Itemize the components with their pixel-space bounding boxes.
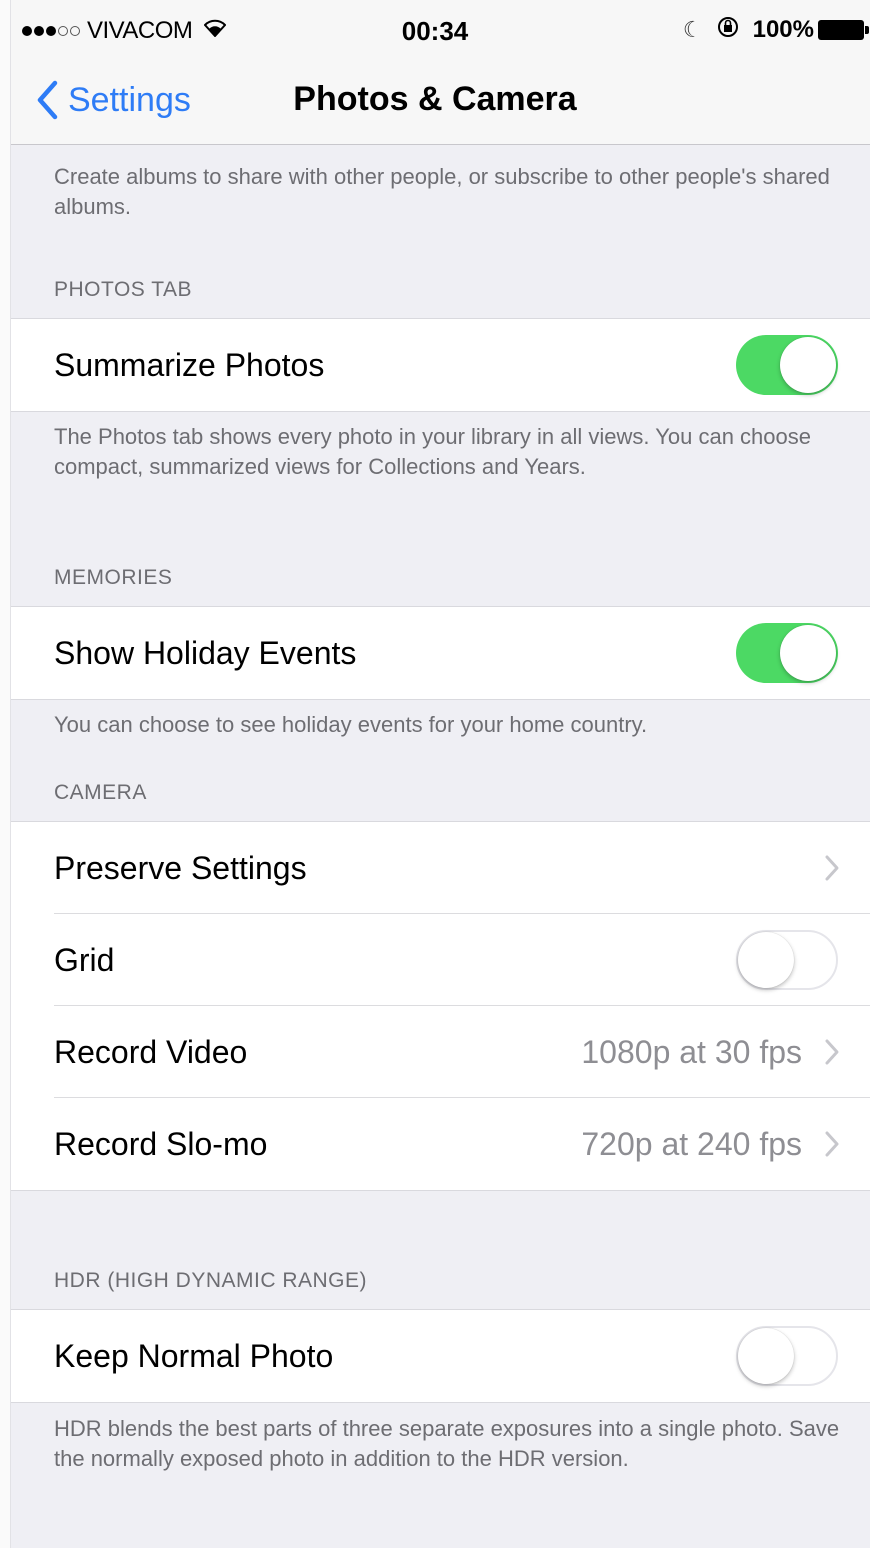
memories-header: MEMORIES <box>54 566 173 589</box>
chevron-right-icon <box>825 1131 839 1157</box>
chevron-right-icon <box>825 855 839 881</box>
summarize-photos-toggle[interactable] <box>736 335 838 395</box>
page-title: Photos & Camera <box>293 80 577 118</box>
grid-toggle[interactable] <box>736 930 838 990</box>
status-bar: VIVACOM 00:34 ☾ 100% <box>0 0 870 62</box>
record-slomo-label: Record Slo-mo <box>54 1125 268 1162</box>
record-video-label: Record Video <box>54 1033 248 1070</box>
do-not-disturb-icon: ☾ <box>682 17 703 42</box>
left-edge <box>0 0 11 1548</box>
memories-group: Show Holiday Events <box>10 606 870 700</box>
keep-normal-photo-row: Keep Normal Photo <box>10 1310 870 1402</box>
orientation-lock-icon <box>717 16 739 44</box>
record-slomo-row[interactable]: Record Slo-mo 720p at 240 fps <box>10 1098 870 1190</box>
summarize-photos-row: Summarize Photos <box>10 319 870 411</box>
photos-tab-header: PHOTOS TAB <box>54 278 193 301</box>
keep-normal-photo-toggle[interactable] <box>736 1326 838 1386</box>
record-slomo-value: 720p at 240 fps <box>581 1125 802 1162</box>
battery-icon <box>818 20 869 40</box>
photos-tab-footer: The Photos tab shows every photo in your… <box>54 424 811 479</box>
camera-group: Preserve Settings Grid Record Video 1080… <box>10 821 870 1191</box>
summarize-photos-label: Summarize Photos <box>54 346 325 383</box>
battery-percentage: 100% <box>752 16 814 43</box>
grid-label: Grid <box>54 941 115 978</box>
hdr-group: Keep Normal Photo <box>10 1309 870 1403</box>
photos-tab-group: Summarize Photos <box>10 318 870 412</box>
show-holiday-events-row: Show Holiday Events <box>10 607 870 699</box>
keep-normal-photo-label: Keep Normal Photo <box>54 1337 334 1374</box>
status-right: ☾ 100% <box>682 16 869 44</box>
chevron-right-icon <box>825 1039 839 1065</box>
preserve-settings-label: Preserve Settings <box>54 849 307 886</box>
record-video-row[interactable]: Record Video 1080p at 30 fps <box>10 1006 870 1098</box>
shared-albums-footer: Create albums to share with other people… <box>54 164 830 219</box>
hdr-footer: HDR blends the best parts of three separ… <box>54 1416 840 1471</box>
camera-header: CAMERA <box>54 781 147 804</box>
show-holiday-events-label: Show Holiday Events <box>54 634 357 671</box>
preserve-settings-row[interactable]: Preserve Settings <box>10 822 870 914</box>
show-holiday-events-toggle[interactable] <box>736 623 838 683</box>
hdr-header: HDR (HIGH DYNAMIC RANGE) <box>54 1269 368 1292</box>
navigation-bar: Settings Photos & Camera <box>0 62 870 145</box>
memories-footer: You can choose to see holiday events for… <box>54 712 648 737</box>
record-video-value: 1080p at 30 fps <box>581 1033 802 1070</box>
grid-row: Grid <box>10 914 870 1006</box>
